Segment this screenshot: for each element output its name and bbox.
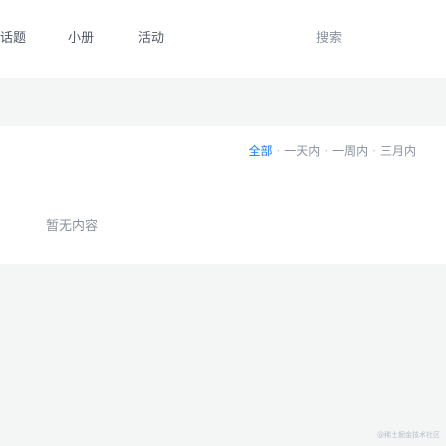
filter-separator: · <box>372 144 376 158</box>
filter-separator: · <box>276 144 281 158</box>
empty-state-text: 暂无内容 <box>46 219 99 234</box>
nav-item-booklets[interactable]: 小册 <box>68 30 94 48</box>
nav-item-events[interactable]: 活动 <box>138 30 164 48</box>
top-navigation-bar: 话题 小册 活动 搜索 <box>0 0 446 78</box>
filter-separator: · <box>324 144 329 158</box>
search-link[interactable]: 搜索 <box>316 30 342 48</box>
filter-one-week[interactable]: 一周内 <box>332 143 368 159</box>
time-filter-options: 全部 · 一天内 · 一周内 · 三月内 <box>248 143 416 159</box>
filter-all[interactable]: 全部 <box>248 143 272 159</box>
filter-three-months[interactable]: 三月内 <box>380 143 416 159</box>
filter-one-day[interactable]: 一天内 <box>284 143 320 159</box>
watermark: @稀土掘金技术社区 <box>377 431 440 439</box>
content-panel: 暂无内容 <box>0 174 446 264</box>
nav-item-topics[interactable]: 话题 <box>0 30 26 48</box>
time-filter-bar: 全部 · 一天内 · 一周内 · 三月内 <box>0 126 446 174</box>
